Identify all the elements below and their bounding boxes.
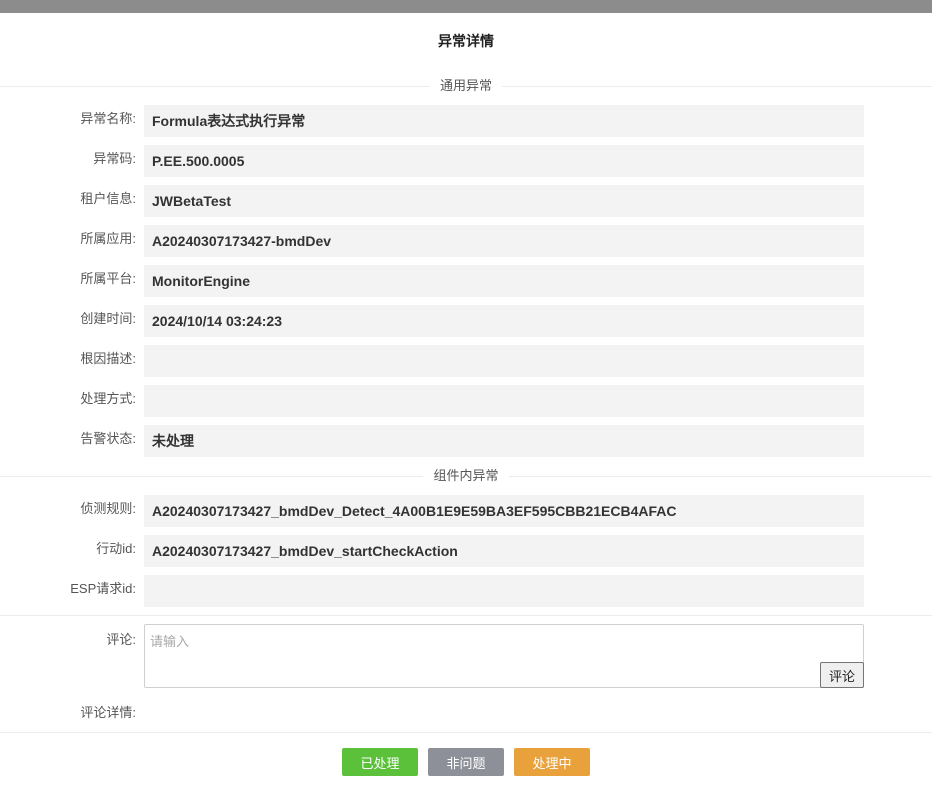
field-label: 异常码: (93, 151, 136, 166)
field-label: 创建时间: (80, 311, 136, 326)
field-label: 行动id: (96, 541, 136, 556)
window-top-bar (0, 0, 932, 13)
field-esp-request-id: ESP请求id: (0, 575, 932, 607)
in-progress-button[interactable]: 处理中 (514, 748, 590, 776)
field-handling-method: 处理方式: (0, 385, 932, 417)
field-detection-rule: 侦测规则: A20240307173427_bmdDev_Detect_4A00… (0, 495, 932, 527)
field-value (144, 385, 864, 417)
field-value: JWBetaTest (144, 185, 864, 217)
dialog-title: 异常详情 (438, 33, 494, 49)
field-label: 侦测规则: (80, 501, 136, 516)
field-root-cause: 根因描述: (0, 345, 932, 377)
footer-divider (0, 732, 932, 733)
field-label: ESP请求id: (70, 581, 136, 596)
not-issue-button[interactable]: 非问题 (428, 748, 504, 776)
field-tenant-info: 租户信息: JWBetaTest (0, 185, 932, 217)
field-label: 告警状态: (80, 431, 136, 446)
section-component-label: 组件内异常 (423, 467, 509, 485)
field-label: 根因描述: (80, 351, 136, 366)
resolved-button[interactable]: 已处理 (342, 748, 418, 776)
field-action-id: 行动id: A20240307173427_bmdDev_startCheckA… (0, 535, 932, 567)
field-alert-status: 告警状态: 未处理 (0, 425, 932, 457)
field-label: 异常名称: (80, 111, 136, 126)
field-value (144, 345, 864, 377)
field-created-time: 创建时间: 2024/10/14 03:24:23 (0, 305, 932, 337)
comment-submit-button[interactable]: 评论 (820, 662, 864, 688)
field-value: 未处理 (144, 425, 864, 457)
comment-detail-label: 评论详情: (80, 705, 136, 720)
field-label: 租户信息: (80, 191, 136, 206)
field-value: A20240307173427_bmdDev_Detect_4A00B1E9E5… (144, 495, 864, 527)
section-general: 通用异常 (0, 77, 932, 95)
field-value: A20240307173427_bmdDev_startCheckAction (144, 535, 864, 567)
field-platform: 所属平台: MonitorEngine (0, 265, 932, 297)
field-value: Formula表达式执行异常 (144, 105, 864, 137)
field-exception-code: 异常码: P.EE.500.0005 (0, 145, 932, 177)
field-exception-name: 异常名称: Formula表达式执行异常 (0, 105, 932, 137)
field-value: A20240307173427-bmdDev (144, 225, 864, 257)
field-value: P.EE.500.0005 (144, 145, 864, 177)
comment-label: 评论: (106, 632, 136, 647)
field-value (144, 575, 864, 607)
field-label: 处理方式: (80, 391, 136, 406)
field-application: 所属应用: A20240307173427-bmdDev (0, 225, 932, 257)
comment-box: 评论 (144, 624, 864, 688)
field-value: 2024/10/14 03:24:23 (144, 305, 864, 337)
field-value: MonitorEngine (144, 265, 864, 297)
section-component: 组件内异常 (0, 467, 932, 485)
comment-input[interactable] (145, 625, 805, 683)
field-label: 所属平台: (80, 271, 136, 286)
section-general-label: 通用异常 (429, 77, 502, 95)
action-bar: 已处理 非问题 处理中 (0, 748, 932, 776)
comment-divider (0, 615, 932, 616)
field-label: 所属应用: (80, 231, 136, 246)
